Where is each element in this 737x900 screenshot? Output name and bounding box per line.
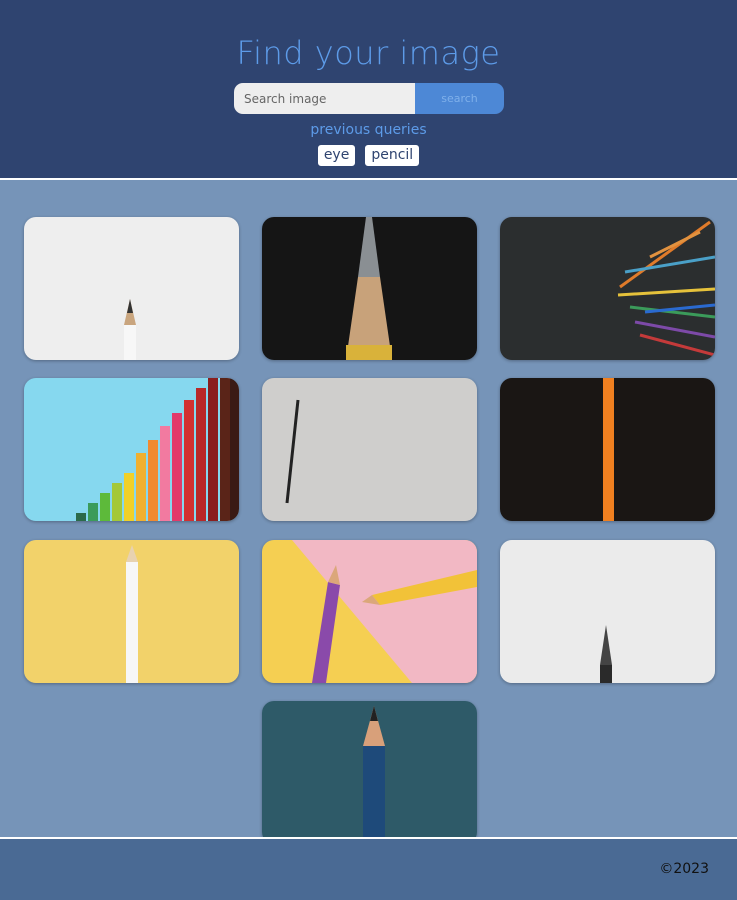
previous-queries-label: previous queries — [310, 122, 427, 138]
previous-queries-list: eye pencil — [0, 144, 737, 167]
pencil-photo — [262, 540, 477, 683]
pencil-photo — [262, 378, 477, 521]
pencil-photo — [24, 217, 239, 360]
search-input[interactable] — [234, 83, 415, 114]
search-button[interactable]: search — [415, 83, 504, 114]
pencil-photo — [500, 378, 715, 521]
image-result[interactable] — [262, 217, 477, 360]
image-result[interactable] — [500, 217, 715, 360]
image-result[interactable] — [262, 378, 477, 521]
query-chip-pencil[interactable]: pencil — [364, 144, 421, 167]
image-result[interactable] — [24, 540, 239, 683]
image-result[interactable] — [262, 540, 477, 683]
image-result[interactable] — [262, 701, 477, 844]
image-result[interactable] — [500, 540, 715, 683]
pencil-photo — [24, 540, 239, 683]
image-result[interactable] — [24, 378, 239, 521]
pencil-photo — [262, 701, 477, 844]
pencil-photo — [500, 217, 715, 360]
pencil-photo — [24, 378, 239, 521]
page-title: Find your image — [236, 34, 501, 72]
footer: ©2023 — [0, 837, 737, 900]
pencil-photo — [500, 540, 715, 683]
pencil-photo — [262, 217, 477, 360]
copyright-text: ©2023 — [659, 861, 709, 877]
image-result[interactable] — [500, 378, 715, 521]
query-chip-eye[interactable]: eye — [316, 144, 357, 167]
header: Find your image search previous queries … — [0, 0, 737, 180]
search-bar: search — [234, 83, 504, 114]
image-result[interactable] — [24, 217, 239, 360]
